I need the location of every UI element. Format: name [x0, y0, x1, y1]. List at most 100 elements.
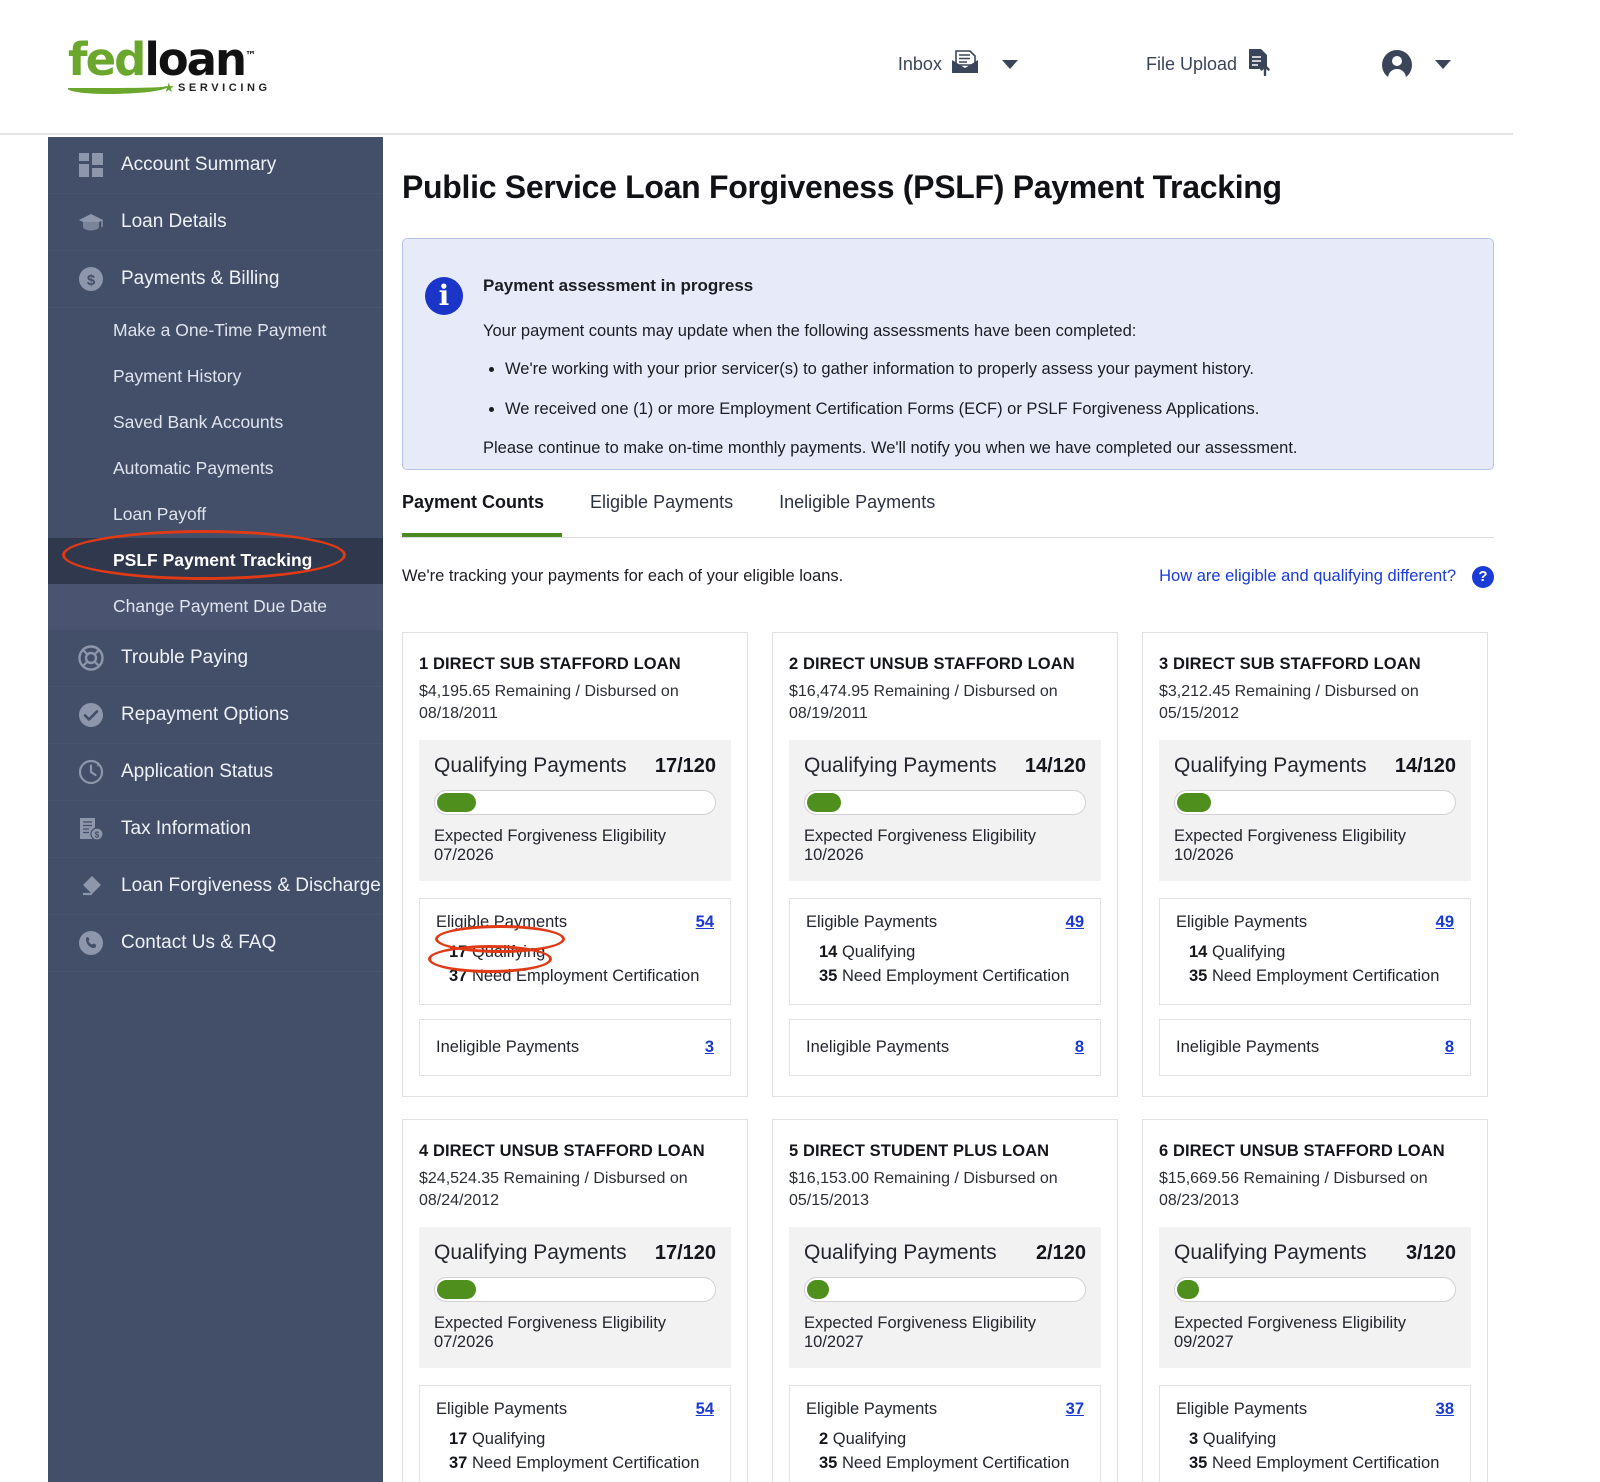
ineligible-row: Ineligible Payments 8 — [1176, 1038, 1454, 1057]
qualifying-count: 14/120 — [1394, 755, 1456, 778]
loan-subtitle: $3,212.45 Remaining / Disbursed on 05/15… — [1159, 683, 1419, 722]
sidebar-item-payment-history[interactable]: Payment History — [48, 354, 383, 400]
tab-eligible-payments[interactable]: Eligible Payments — [590, 492, 751, 537]
ineligible-row: Ineligible Payments 3 — [436, 1038, 714, 1057]
forgiveness-eligibility: Expected Forgiveness Eligibility 10/2027 — [804, 1314, 1086, 1352]
eligible-vs-qualifying-link[interactable]: How are eligible and qualifying differen… — [1159, 567, 1456, 586]
sidebar-item-trouble-paying[interactable]: Trouble Paying — [48, 630, 383, 687]
eligible-label: Eligible Payments — [1176, 913, 1308, 932]
eligible-label: Eligible Payments — [1176, 1400, 1308, 1419]
sidebar-item-change-payment-due-date[interactable]: Change Payment Due Date — [48, 584, 383, 630]
ineligible-label: Ineligible Payments — [1176, 1038, 1320, 1057]
sidebar-item-contact-us-faq[interactable]: Contact Us & FAQ — [48, 915, 383, 972]
sidebar-item-loan-payoff[interactable]: Loan Payoff — [48, 492, 383, 538]
sidebar-label: PSLF Payment Tracking — [113, 550, 313, 570]
eligible-count-link[interactable]: 37 — [1066, 1400, 1084, 1419]
inbox-chevron-down-icon[interactable] — [1001, 60, 1018, 69]
sidebar-label: Contact Us & FAQ — [121, 932, 277, 953]
loan-title: 2 DIRECT UNSUB STAFFORD LOAN — [789, 655, 1075, 673]
eligible-detail: 2 Qualifying 35 Need Employment Certific… — [806, 1428, 1084, 1475]
avatar — [1382, 49, 1412, 80]
forgiveness-date: 10/2027 — [804, 1333, 864, 1352]
ineligible-payments-box: Ineligible Payments 8 — [789, 1019, 1101, 1077]
need-cert-word: Need Employment Certification — [841, 1453, 1070, 1472]
qualifying-word: Qualifying — [1211, 943, 1286, 962]
account-menu[interactable] — [1382, 49, 1451, 80]
inbox-label: Inbox — [897, 54, 942, 74]
inbox-menu[interactable]: Inbox — [898, 49, 1018, 80]
sidebar-item-pslf-payment-tracking[interactable]: PSLF Payment Tracking — [48, 538, 383, 584]
forgiveness-eligibility: Expected Forgiveness Eligibility 07/2026 — [434, 827, 716, 865]
tab-ineligible-payments[interactable]: Ineligible Payments — [779, 492, 953, 537]
sidebar-item-application-status[interactable]: Application Status — [48, 744, 383, 801]
info-icon: i — [425, 277, 463, 315]
check-badge-icon — [78, 702, 104, 728]
file-upload-icon — [1246, 48, 1272, 81]
loan-card: 4 DIRECT UNSUB STAFFORD LOAN $24,524.35 … — [402, 1119, 748, 1482]
sidebar-item-loan-details[interactable]: Loan Details — [48, 194, 383, 251]
eligible-count-link[interactable]: 54 — [696, 1400, 714, 1419]
need-cert-word: Need Employment Certification — [471, 1453, 700, 1472]
forgiveness-date: 07/2026 — [434, 1333, 494, 1352]
qualifying-num: 2 — [819, 1430, 829, 1449]
sidebar-item-automatic-payments[interactable]: Automatic Payments — [48, 446, 383, 492]
loan-subtitle: $16,474.95 Remaining / Disbursed on 08/1… — [789, 683, 1058, 722]
eraser-icon — [78, 873, 104, 899]
sidebar-item-payments-billing[interactable]: $ Payments & Billing — [48, 251, 383, 308]
sidebar-item-loan-forgiveness-discharge[interactable]: Loan Forgiveness & Discharge — [48, 858, 383, 915]
qualifying-word: Qualifying — [471, 943, 546, 962]
svg-text:$: $ — [87, 272, 96, 289]
top-header: fedloan™ ★ SERVICING Inbox File Upload — [0, 0, 1513, 135]
loan-card: 6 DIRECT UNSUB STAFFORD LOAN $15,669.56 … — [1142, 1119, 1488, 1482]
ineligible-count-link[interactable]: 8 — [1075, 1038, 1084, 1057]
sidebar-item-repayment-options[interactable]: Repayment Options — [48, 687, 383, 744]
qualifying-label: Qualifying Payments — [804, 1241, 997, 1265]
inbox-icon — [951, 49, 979, 80]
qualifying-payments-box: Qualifying Payments 14/120 Expected Forg… — [789, 740, 1101, 882]
qualifying-header: Qualifying Payments 3/120 — [1174, 1241, 1456, 1265]
qualifying-count: 17/120 — [654, 755, 716, 778]
sidebar-item-tax-information[interactable]: $ Tax Information — [48, 801, 383, 858]
ineligible-count-link[interactable]: 3 — [705, 1038, 714, 1057]
loan-cards-grid: 1 DIRECT SUB STAFFORD LOAN $4,195.65 Rem… — [402, 632, 1502, 1482]
eligible-payments-box: Eligible Payments 54 17 Qualifying 37 Ne… — [419, 1385, 731, 1482]
sidebar-label: Repayment Options — [121, 704, 289, 725]
sidebar-item-make-one-time-payment[interactable]: Make a One-Time Payment — [48, 308, 383, 354]
qualifying-label: Qualifying Payments — [1174, 754, 1367, 778]
progress-fill — [1177, 793, 1211, 813]
qualifying-num: 14 — [1189, 943, 1208, 962]
qualifying-count: 2/120 — [1035, 1242, 1086, 1265]
tax-document-icon: $ — [78, 816, 104, 842]
need-cert-num: 37 — [449, 966, 468, 985]
qualifying-label: Qualifying Payments — [804, 754, 997, 778]
account-chevron-down-icon[interactable] — [1435, 60, 1451, 69]
alert-bullet: We're working with your prior servicer(s… — [505, 358, 1469, 382]
sidebar-item-account-summary[interactable]: Account Summary — [48, 137, 383, 194]
main-content: Public Service Loan Forgiveness (PSLF) P… — [383, 137, 1513, 1482]
forgiveness-date: 10/2026 — [1174, 846, 1234, 865]
progress-bar — [804, 790, 1086, 816]
fedloan-logo[interactable]: fedloan™ ★ SERVICING — [68, 33, 267, 95]
need-cert-word: Need Employment Certification — [471, 966, 700, 985]
progress-fill — [1177, 1280, 1200, 1300]
eligible-row: Eligible Payments 49 — [806, 913, 1084, 932]
ineligible-count-link[interactable]: 8 — [1445, 1038, 1454, 1057]
help-question-icon[interactable]: ? — [1472, 566, 1494, 588]
eligible-count-link[interactable]: 49 — [1436, 913, 1454, 932]
eligible-count-link[interactable]: 49 — [1066, 913, 1084, 932]
file-upload-menu[interactable]: File Upload — [1146, 48, 1272, 81]
logo-servicing-text: SERVICING — [178, 82, 271, 94]
progress-fill — [437, 1280, 477, 1300]
qualifying-header: Qualifying Payments 14/120 — [804, 754, 1086, 778]
qualifying-label: Qualifying Payments — [434, 1241, 627, 1265]
loan-subtitle: $16,153.00 Remaining / Disbursed on 05/1… — [789, 1170, 1058, 1209]
need-cert-num: 35 — [1189, 966, 1208, 985]
need-cert-word: Need Employment Certification — [841, 966, 1070, 985]
eligible-count-link[interactable]: 54 — [696, 913, 714, 932]
sidebar-item-saved-bank-accounts[interactable]: Saved Bank Accounts — [48, 400, 383, 446]
eligible-count-link[interactable]: 38 — [1436, 1400, 1454, 1419]
sidebar-label: Loan Details — [121, 211, 227, 232]
tab-payment-counts[interactable]: Payment Counts — [402, 492, 563, 537]
eligible-label: Eligible Payments — [806, 1400, 938, 1419]
qualifying-header: Qualifying Payments 17/120 — [434, 754, 716, 778]
